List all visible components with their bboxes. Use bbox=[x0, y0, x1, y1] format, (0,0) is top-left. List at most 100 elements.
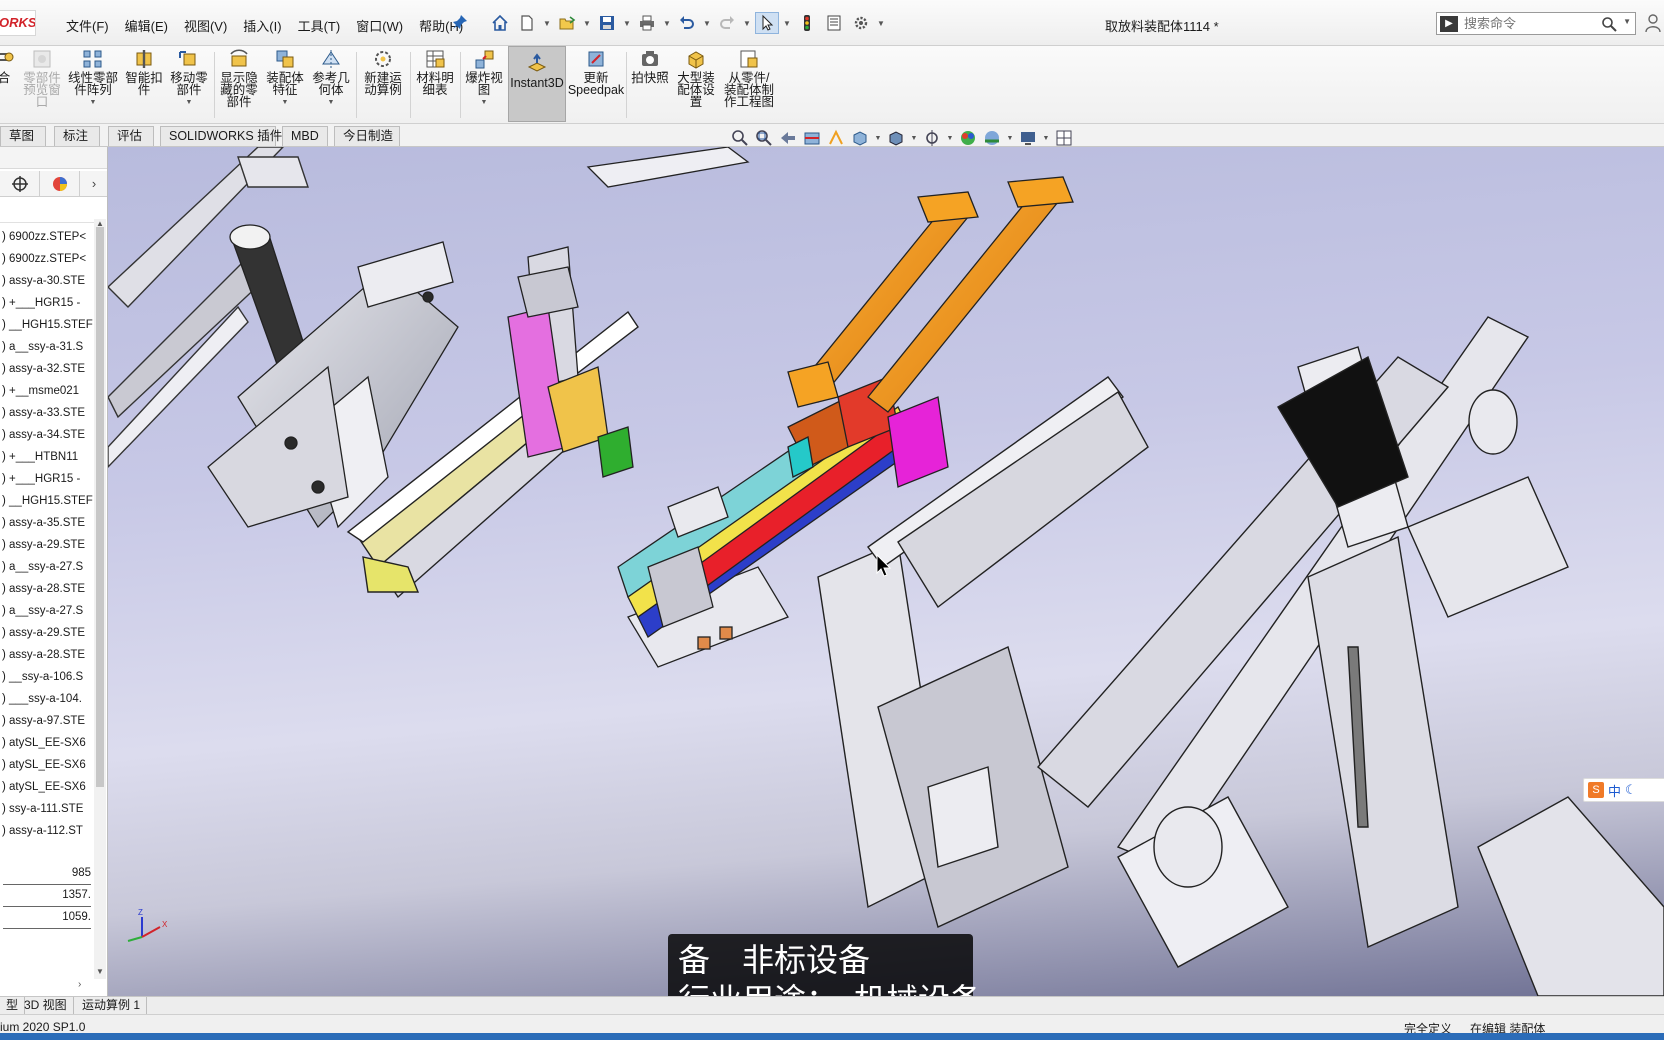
view-settings-icon[interactable] bbox=[1018, 128, 1038, 148]
search-command-box[interactable]: ▶ ▼ bbox=[1436, 12, 1636, 35]
tree-item[interactable]: ) assy-a-97.STE bbox=[0, 710, 94, 732]
scroll-right-icon[interactable]: › bbox=[78, 979, 81, 990]
tree-item[interactable]: ) +___HGR15 - bbox=[0, 468, 94, 490]
tab-solidworks-addins[interactable]: SOLIDWORKS 插件 bbox=[160, 126, 282, 146]
tree-item[interactable]: ) __HGH15.STEF bbox=[0, 490, 94, 512]
zoom-to-fit-icon[interactable] bbox=[730, 128, 750, 148]
panel-more-icon[interactable]: › bbox=[80, 171, 107, 196]
tree-expand-icon[interactable]: ) bbox=[2, 825, 9, 837]
new-motion-study-button[interactable]: 新建运 动算例 bbox=[358, 48, 408, 96]
assembly-feature-button[interactable]: 装配体 特征 ▼ bbox=[262, 48, 308, 109]
solidworks-logo[interactable]: ORKS bbox=[0, 10, 36, 36]
edit-appearance-icon[interactable] bbox=[958, 128, 978, 148]
caret-icon[interactable]: ▼ bbox=[1006, 135, 1014, 142]
caret-icon[interactable]: ▼ bbox=[282, 97, 289, 109]
menu-tools[interactable]: 工具(T) bbox=[290, 14, 349, 37]
tree-item[interactable]: ) atySL_EE-SX6 bbox=[0, 776, 94, 798]
tree-item[interactable]: ) +___HGR15 - bbox=[0, 292, 94, 314]
redo-icon[interactable] bbox=[715, 12, 739, 34]
caret-icon[interactable]: ▼ bbox=[186, 97, 193, 109]
section-view-icon[interactable] bbox=[802, 128, 822, 148]
print-caret-icon[interactable]: ▼ bbox=[662, 12, 672, 34]
reference-geometry-button[interactable]: 参考几 何体 ▼ bbox=[308, 48, 354, 109]
graphics-area[interactable]: Z X S 中 ☾ 备 非标设备 行业用途： 机械设备 bbox=[108, 147, 1664, 996]
options-caret-icon[interactable]: ▼ bbox=[876, 12, 886, 34]
large-assembly-settings-button[interactable]: 大型装 配体设 置 bbox=[672, 48, 720, 108]
tree-expand-icon[interactable]: ) bbox=[2, 473, 9, 485]
tree-item[interactable]: ) a__ssy-a-27.S bbox=[0, 556, 94, 578]
tree-item[interactable]: ) assy-a-32.STE bbox=[0, 358, 94, 380]
menu-window[interactable]: 窗口(W) bbox=[348, 14, 411, 37]
tree-item[interactable]: ) assy-a-33.STE bbox=[0, 402, 94, 424]
menu-view[interactable]: 视图(V) bbox=[176, 14, 235, 37]
tree-item[interactable]: ) a__ssy-a-27.S bbox=[0, 600, 94, 622]
view-orientation-icon[interactable] bbox=[850, 128, 870, 148]
instant3d-button[interactable]: Instant3D bbox=[508, 46, 566, 122]
tree-expand-icon[interactable]: ) bbox=[2, 319, 9, 331]
tree-expand-icon[interactable]: ) bbox=[2, 297, 9, 309]
take-snapshot-button[interactable]: 拍快照 bbox=[628, 48, 672, 84]
tree-expand-icon[interactable]: ) bbox=[2, 803, 9, 815]
tree-item[interactable]: ) assy-a-112.ST bbox=[0, 820, 94, 842]
caret-icon[interactable]: ▼ bbox=[90, 97, 97, 109]
graphics-pane-icon[interactable] bbox=[1054, 128, 1074, 148]
tree-item[interactable]: ) assy-a-29.STE bbox=[0, 622, 94, 644]
tab-3d-view[interactable]: 3D 视图 bbox=[18, 997, 74, 1014]
menu-file[interactable]: 文件(F) bbox=[58, 14, 117, 37]
tree-item[interactable]: ) assy-a-29.STE bbox=[0, 534, 94, 556]
exploded-view-button[interactable]: 爆炸视 图 ▼ bbox=[462, 48, 506, 109]
move-component-button[interactable]: 移动零 部件 ▼ bbox=[166, 48, 212, 109]
tree-item[interactable]: ) ___ssy-a-104. bbox=[0, 688, 94, 710]
tree-item[interactable]: ) assy-a-34.STE bbox=[0, 424, 94, 446]
redo-caret-icon[interactable]: ▼ bbox=[742, 12, 752, 34]
new-caret-icon[interactable]: ▼ bbox=[542, 12, 552, 34]
caret-icon[interactable]: ▼ bbox=[481, 97, 488, 109]
tree-item[interactable]: ) atySL_EE-SX6 bbox=[0, 732, 94, 754]
search-dropdown-icon[interactable]: ▼ bbox=[1623, 17, 1631, 26]
select-cursor-icon[interactable] bbox=[755, 12, 779, 34]
tab-motion-study[interactable]: 运动算例 1 bbox=[76, 997, 148, 1014]
caret-icon[interactable]: ▼ bbox=[946, 135, 954, 142]
caret-icon[interactable]: ▼ bbox=[910, 135, 918, 142]
mate-button[interactable]: 合 bbox=[0, 48, 14, 84]
tree-item[interactable]: ) 6900zz.STEP< bbox=[0, 226, 94, 248]
linear-pattern-button[interactable]: 线性零部 件阵列 ▼ bbox=[64, 48, 122, 109]
save-icon[interactable] bbox=[595, 12, 619, 34]
tab-display-manager[interactable] bbox=[40, 171, 80, 197]
tree-expand-icon[interactable]: ) bbox=[2, 737, 9, 749]
make-drawing-button[interactable]: 从零件/ 装配体制 作工程图 bbox=[720, 48, 778, 108]
tree-item[interactable]: ) atySL_EE-SX6 bbox=[0, 754, 94, 776]
menu-edit[interactable]: 编辑(E) bbox=[117, 14, 176, 37]
dynamic-annotation-icon[interactable] bbox=[826, 128, 846, 148]
file-properties-icon[interactable] bbox=[822, 12, 846, 34]
tab-markup[interactable]: 标注 bbox=[54, 126, 100, 146]
display-style-icon[interactable] bbox=[886, 128, 906, 148]
tree-expand-icon[interactable]: ) bbox=[2, 517, 9, 529]
search-input[interactable] bbox=[1464, 16, 1604, 31]
smart-fastener-button[interactable]: 智能扣 件 bbox=[122, 48, 166, 96]
tree-expand-icon[interactable]: ) bbox=[2, 385, 9, 397]
tree-expand-icon[interactable]: ) bbox=[2, 627, 9, 639]
tab-mbd[interactable]: MBD bbox=[282, 126, 328, 146]
tree-expand-icon[interactable]: ) bbox=[2, 341, 9, 353]
tree-item[interactable]: ) __ssy-a-106.S bbox=[0, 666, 94, 688]
undo-icon[interactable] bbox=[675, 12, 699, 34]
tree-expand-icon[interactable]: ) bbox=[2, 363, 9, 375]
new-document-icon[interactable] bbox=[515, 12, 539, 34]
tree-expand-icon[interactable]: ) bbox=[2, 407, 9, 419]
tree-expand-icon[interactable]: ) bbox=[2, 649, 9, 661]
tree-expand-icon[interactable]: ) bbox=[2, 275, 9, 287]
caret-icon[interactable]: ▼ bbox=[874, 135, 882, 142]
print-icon[interactable] bbox=[635, 12, 659, 34]
tree-expand-icon[interactable]: ) bbox=[2, 781, 9, 793]
tree-hscrollbar[interactable]: › bbox=[0, 979, 94, 993]
tree-expand-icon[interactable]: ) bbox=[2, 693, 9, 705]
tree-expand-icon[interactable]: ) bbox=[2, 759, 9, 771]
tree-item[interactable]: ) assy-a-28.STE bbox=[0, 578, 94, 600]
search-icon[interactable] bbox=[1601, 16, 1617, 32]
tree-expand-icon[interactable]: ) bbox=[2, 429, 9, 441]
tree-item[interactable]: ) assy-a-30.STE bbox=[0, 270, 94, 292]
tree-expand-icon[interactable]: ) bbox=[2, 495, 9, 507]
ime-indicator[interactable]: S 中 ☾ bbox=[1583, 778, 1664, 802]
open-caret-icon[interactable]: ▼ bbox=[582, 12, 592, 34]
